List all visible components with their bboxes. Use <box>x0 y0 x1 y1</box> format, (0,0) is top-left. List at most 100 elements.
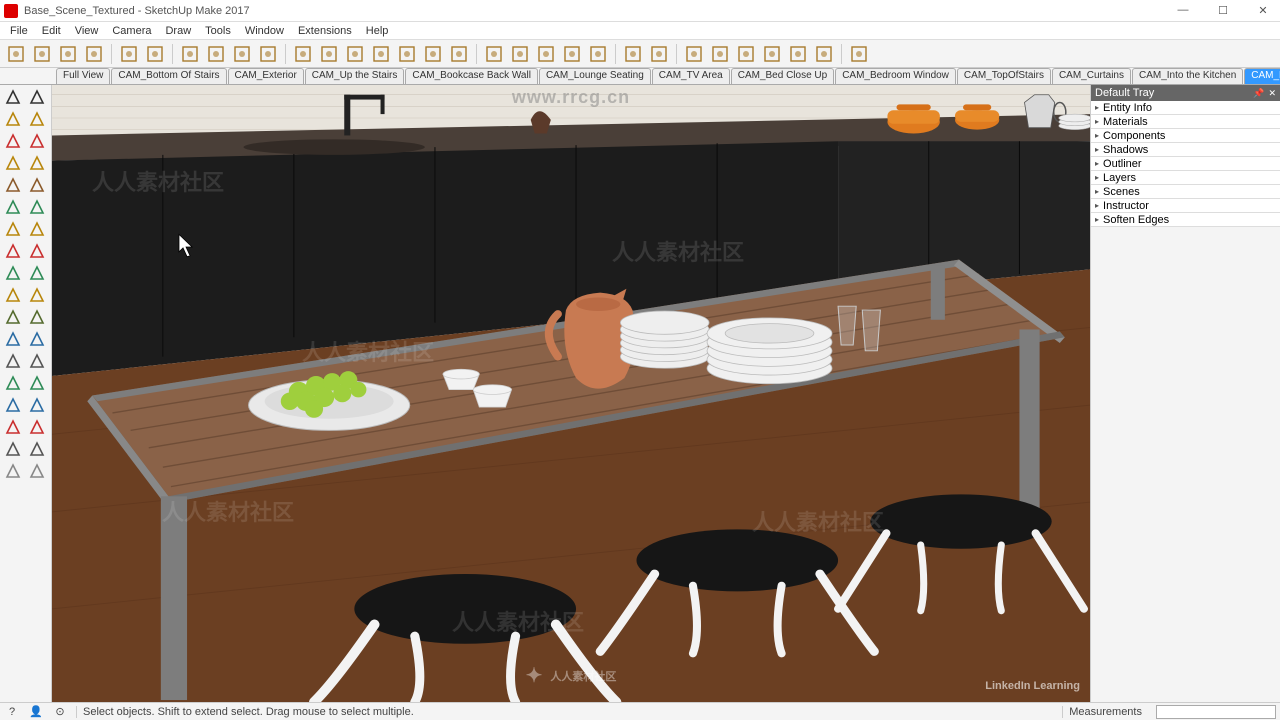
scene-tab[interactable]: CAM_Exterior <box>228 68 304 84</box>
arc-tool[interactable] <box>2 197 24 217</box>
rotate-tool[interactable] <box>2 263 24 283</box>
menu-help[interactable]: Help <box>360 24 395 38</box>
polygon-tool[interactable] <box>26 175 48 195</box>
extrude-3-button[interactable] <box>534 43 558 65</box>
render-5-button[interactable] <box>786 43 810 65</box>
offset-tool[interactable] <box>26 285 48 305</box>
geo-icon[interactable]: ⊙ <box>52 705 68 719</box>
3d-text-tool[interactable] <box>26 351 48 371</box>
circle-tool[interactable] <box>2 175 24 195</box>
scene-tab[interactable]: CAM_Into the Kitchen <box>1132 68 1243 84</box>
tray-panel-outliner[interactable]: ▸Outliner <box>1091 157 1280 171</box>
shape-7-button[interactable] <box>447 43 471 65</box>
sel-2-button[interactable] <box>647 43 671 65</box>
extrude-2-button[interactable] <box>508 43 532 65</box>
line-tool[interactable] <box>2 131 24 151</box>
axes-tool[interactable] <box>2 351 24 371</box>
pie-tool[interactable] <box>26 219 48 239</box>
win-1-button[interactable] <box>178 43 202 65</box>
win-2-button[interactable] <box>204 43 228 65</box>
tray-close-icon[interactable]: ✕ <box>1268 88 1276 99</box>
win-4-button[interactable] <box>256 43 280 65</box>
scene-tab[interactable]: CAM_Dining Table <box>1244 68 1280 84</box>
freehand-tool[interactable] <box>26 131 48 151</box>
orbit-cloud-1-button[interactable] <box>30 43 54 65</box>
minimize-button[interactable]: — <box>1170 4 1196 17</box>
component-tool[interactable] <box>26 87 48 107</box>
rect-tool[interactable] <box>2 153 24 173</box>
section-plane-tool[interactable] <box>26 461 48 481</box>
rotated-rect-tool[interactable] <box>26 153 48 173</box>
tray-panel-materials[interactable]: ▸Materials <box>1091 115 1280 129</box>
menu-extensions[interactable]: Extensions <box>292 24 358 38</box>
tray-panel-instructor[interactable]: ▸Instructor <box>1091 199 1280 213</box>
scene-tab[interactable]: CAM_Bottom Of Stairs <box>111 68 226 84</box>
render-3-button[interactable] <box>734 43 758 65</box>
menu-edit[interactable]: Edit <box>36 24 67 38</box>
scale-tool[interactable] <box>2 285 24 305</box>
extrude-1-button[interactable] <box>482 43 506 65</box>
shape-3-button[interactable] <box>343 43 367 65</box>
viewport[interactable]: www.rrcg.cn 人人素材社区 人人素材社区 人人素材社区 人人素材社区 … <box>52 85 1090 702</box>
tray-panel-entity-info[interactable]: ▸Entity Info <box>1091 101 1280 115</box>
shape-5-button[interactable] <box>395 43 419 65</box>
scene-tab[interactable]: CAM_Up the Stairs <box>305 68 405 84</box>
extrude-4-button[interactable] <box>560 43 584 65</box>
scene-tab[interactable]: CAM_TopOfStairs <box>957 68 1051 84</box>
zoom-extents-tool[interactable] <box>2 417 24 437</box>
follow-me-tool[interactable] <box>26 263 48 283</box>
maximize-button[interactable]: ☐ <box>1210 4 1236 17</box>
tray-panel-scenes[interactable]: ▸Scenes <box>1091 185 1280 199</box>
extrude-5-button[interactable] <box>586 43 610 65</box>
orbit-tool[interactable] <box>2 373 24 393</box>
scene-tab[interactable]: CAM_Curtains <box>1052 68 1131 84</box>
menu-tools[interactable]: Tools <box>199 24 237 38</box>
close-button[interactable]: ✕ <box>1250 4 1276 17</box>
tray-panel-soften-edges[interactable]: ▸Soften Edges <box>1091 213 1280 227</box>
move-tool[interactable] <box>2 241 24 261</box>
text-tool[interactable] <box>26 329 48 349</box>
menu-window[interactable]: Window <box>239 24 290 38</box>
position-camera-tool[interactable] <box>2 439 24 459</box>
undo-button[interactable] <box>4 43 28 65</box>
scene-tab[interactable]: CAM_Bookcase Back Wall <box>405 68 538 84</box>
render-1-button[interactable] <box>682 43 706 65</box>
scene-tab[interactable]: CAM_TV Area <box>652 68 730 84</box>
protractor-tool[interactable] <box>2 329 24 349</box>
shape-2-button[interactable] <box>317 43 341 65</box>
tray-panel-layers[interactable]: ▸Layers <box>1091 171 1280 185</box>
sel-1-button[interactable] <box>621 43 645 65</box>
menu-view[interactable]: View <box>69 24 105 38</box>
pan-tool[interactable] <box>26 373 48 393</box>
cloud-button[interactable] <box>82 43 106 65</box>
menu-camera[interactable]: Camera <box>106 24 157 38</box>
dimension-tool[interactable] <box>26 307 48 327</box>
render-6-button[interactable] <box>812 43 836 65</box>
3pt-arc-tool[interactable] <box>2 219 24 239</box>
shape-4-button[interactable] <box>369 43 393 65</box>
menu-file[interactable]: File <box>4 24 34 38</box>
scene-tab[interactable]: Full View <box>56 68 110 84</box>
shape-6-button[interactable] <box>421 43 445 65</box>
orbit-cloud-2-button[interactable] <box>56 43 80 65</box>
win-3-button[interactable] <box>230 43 254 65</box>
last-button[interactable] <box>847 43 871 65</box>
menu-draw[interactable]: Draw <box>159 24 197 38</box>
prev-view-tool[interactable] <box>26 417 48 437</box>
model-canvas[interactable] <box>52 85 1090 702</box>
render-2-button[interactable] <box>708 43 732 65</box>
tape-tool[interactable] <box>2 307 24 327</box>
zoom-tool[interactable] <box>2 395 24 415</box>
zoom-window-tool[interactable] <box>26 395 48 415</box>
tray-pin-icon[interactable]: 📌 <box>1253 88 1264 99</box>
tray-header[interactable]: Default Tray 📌 ✕ <box>1091 85 1280 101</box>
render-4-button[interactable] <box>760 43 784 65</box>
paint-tool[interactable] <box>2 109 24 129</box>
measurements-input[interactable] <box>1156 705 1276 719</box>
scene-tab[interactable]: CAM_Lounge Seating <box>539 68 651 84</box>
box-1-button[interactable] <box>117 43 141 65</box>
look-around-tool[interactable] <box>26 439 48 459</box>
shape-1-button[interactable] <box>291 43 315 65</box>
select-tool[interactable] <box>2 87 24 107</box>
user-icon[interactable]: 👤 <box>28 705 44 719</box>
